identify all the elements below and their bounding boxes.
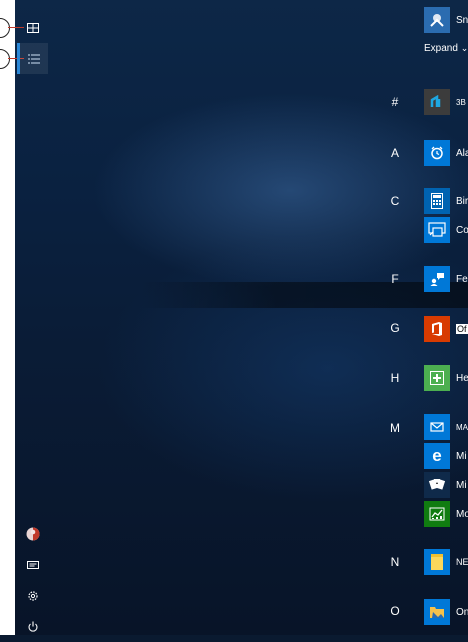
app-name: 3B [456,97,466,107]
group-header-hash[interactable]: # [388,95,402,109]
group-header-g[interactable]: G [388,321,402,335]
app-item-feedback[interactable]: Fe [424,266,468,292]
health-icon [424,365,450,391]
app-item-office[interactable]: Of [424,316,468,342]
app-name: Ala [456,147,468,159]
app-name: Mo [456,508,468,520]
app-name: Mi [456,479,467,491]
app-item-notes[interactable]: NE [424,549,468,575]
app-item-connect[interactable]: Co [424,217,468,243]
highlight-band [140,282,468,308]
user-account-button[interactable] [17,518,48,549]
group-header-h[interactable]: H [388,371,402,385]
3d-builder-icon [424,89,450,115]
app-name: NE [456,557,468,567]
app-item-edge[interactable]: e Mi [424,443,468,469]
app-name: Bir [456,195,468,207]
user-avatar-icon [26,527,39,540]
alarm-clock-icon [424,140,450,166]
chevron-down-icon: ⌄ [460,43,468,53]
group-header-m[interactable]: M [388,421,402,435]
settings-button[interactable] [17,580,48,611]
money-icon [424,501,450,527]
feedback-icon [424,266,450,292]
app-name: Mi [456,450,467,462]
notes-icon [424,549,450,575]
app-name: MA [456,422,468,432]
power-button[interactable] [17,611,48,642]
app-item-ala[interactable]: Ala [424,140,468,166]
app-name: On [456,606,468,618]
app-name: Sn [456,14,468,26]
all-apps-button[interactable] [17,43,48,74]
calculator-icon [424,188,450,214]
power-icon [27,621,38,632]
gear-icon [27,590,38,601]
app-item-money[interactable]: Mo [424,501,468,527]
snip-icon [424,7,450,33]
app-name: He [456,372,468,384]
connect-icon [424,217,450,243]
group-header-o[interactable]: O [388,604,402,618]
solitaire-icon [424,472,450,498]
list-icon [28,54,40,63]
app-item-solitaire[interactable]: Mi [424,472,468,498]
app-name: Fe [456,273,468,285]
expand-label: Expand [424,43,458,54]
app-name: Co [456,224,468,236]
edge-icon: e [424,443,450,469]
tiles-view-button[interactable] [17,12,48,43]
left-panel-edge [0,0,15,635]
app-item-sn[interactable]: Sn [424,7,468,33]
group-header-c[interactable]: C [388,194,402,208]
mail-icon [424,414,450,440]
app-item-onedrive[interactable]: On [424,599,468,625]
onedrive-folder-icon [424,599,450,625]
group-header-f[interactable]: F [388,272,402,286]
app-item-calculator[interactable]: Bir [424,188,468,214]
tiles-icon [26,22,39,33]
document-icon [26,560,39,569]
office-icon [424,316,450,342]
app-item-3b[interactable]: 3B [424,89,468,115]
app-item-mail[interactable]: MA [424,414,468,440]
group-header-n[interactable]: N [388,555,402,569]
expand-link[interactable]: Expand ⌄ [424,43,468,54]
app-item-health[interactable]: He [424,365,468,391]
app-name: Of [456,324,468,334]
documents-button[interactable] [17,549,48,580]
group-header-a[interactable]: A [388,146,402,160]
